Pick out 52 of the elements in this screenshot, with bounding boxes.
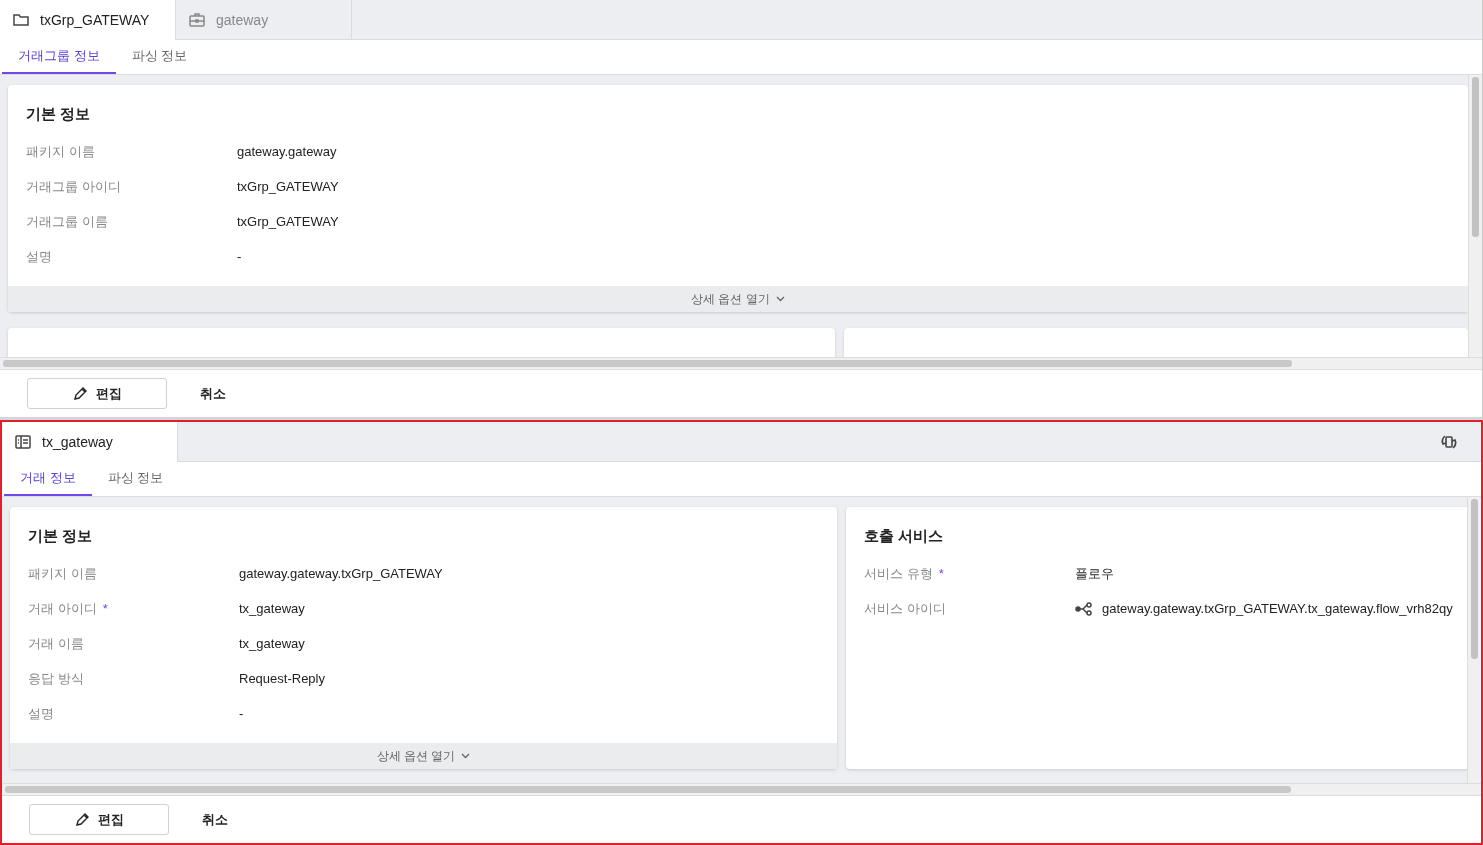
tab-label: txGrp_GATEWAY <box>40 12 150 28</box>
field-value: tx_gateway <box>239 636 305 651</box>
field-label: 패키지 이름 <box>26 142 96 161</box>
vertical-scrollbar[interactable] <box>1468 75 1482 357</box>
edit-button[interactable]: 편집 <box>27 378 167 409</box>
flow-icon <box>1075 601 1093 616</box>
sub-tab[interactable]: 파싱 정보 <box>91 462 180 496</box>
field-label: 거래그룹 이름 <box>26 212 109 231</box>
vertical-scrollbar[interactable] <box>1467 497 1481 783</box>
field-label: 거래 아이디 <box>28 599 97 618</box>
pencil-icon <box>74 812 90 827</box>
field-value: tx_gateway <box>239 601 305 616</box>
table-icon <box>14 433 32 451</box>
field-value: - <box>237 249 242 264</box>
tab-label: gateway <box>216 11 269 28</box>
chevron-down-icon <box>461 753 471 759</box>
field-value: gateway.gateway.txGrp_GATEWAY.tx_gateway.flow_vrh82qy <box>1102 601 1453 616</box>
field-label: 설명 <box>26 247 53 266</box>
field-value: gateway.gateway.txGrp_GATEWAY <box>239 566 443 581</box>
card-title: 호출 서비스 <box>864 527 945 546</box>
horizontal-scrollbar[interactable] <box>0 357 1482 369</box>
field-value: txGrp_GATEWAY <box>237 214 339 229</box>
cancel-button[interactable]: 취소 <box>196 809 234 830</box>
card-title: 기본 정보 <box>28 527 94 546</box>
folder-icon <box>12 11 30 29</box>
chevron-down-icon <box>775 296 785 302</box>
field-label: 응답 방식 <box>28 669 85 688</box>
pencil-icon <box>72 386 88 401</box>
briefcase-icon <box>188 10 206 29</box>
field-value: - <box>239 706 244 721</box>
field-value: 플로우 <box>1075 564 1114 583</box>
field-label: 서비스 아이디 <box>864 599 947 618</box>
field-label: 서비스 유형 <box>864 564 933 583</box>
tab-label: tx_gateway <box>42 434 113 450</box>
sub-tab[interactable]: 파싱 정보 <box>115 40 204 74</box>
cancel-button[interactable]: 취소 <box>194 383 232 404</box>
editor-tab[interactable]: txGrp_GATEWAY <box>0 0 176 40</box>
required-mark: * <box>102 601 108 616</box>
field-label: 거래그룹 아이디 <box>26 177 122 196</box>
field-label: 설명 <box>28 704 55 723</box>
field-label: 거래 이름 <box>28 634 85 653</box>
horizontal-scrollbar[interactable] <box>2 783 1481 795</box>
field-label: 패키지 이름 <box>28 564 98 583</box>
expand-options-button[interactable]: 상세 옵션 열기 <box>8 286 1468 312</box>
card-title: 기본 정보 <box>26 105 92 124</box>
edit-button[interactable]: 편집 <box>29 804 169 835</box>
field-value: txGrp_GATEWAY <box>237 179 339 194</box>
field-value: Request-Reply <box>239 671 325 686</box>
required-mark: * <box>938 566 944 581</box>
expand-options-button[interactable]: 상세 옵션 열기 <box>10 743 837 769</box>
field-value: gateway.gateway <box>237 144 337 159</box>
editor-tab[interactable]: tx_gateway <box>2 422 178 462</box>
